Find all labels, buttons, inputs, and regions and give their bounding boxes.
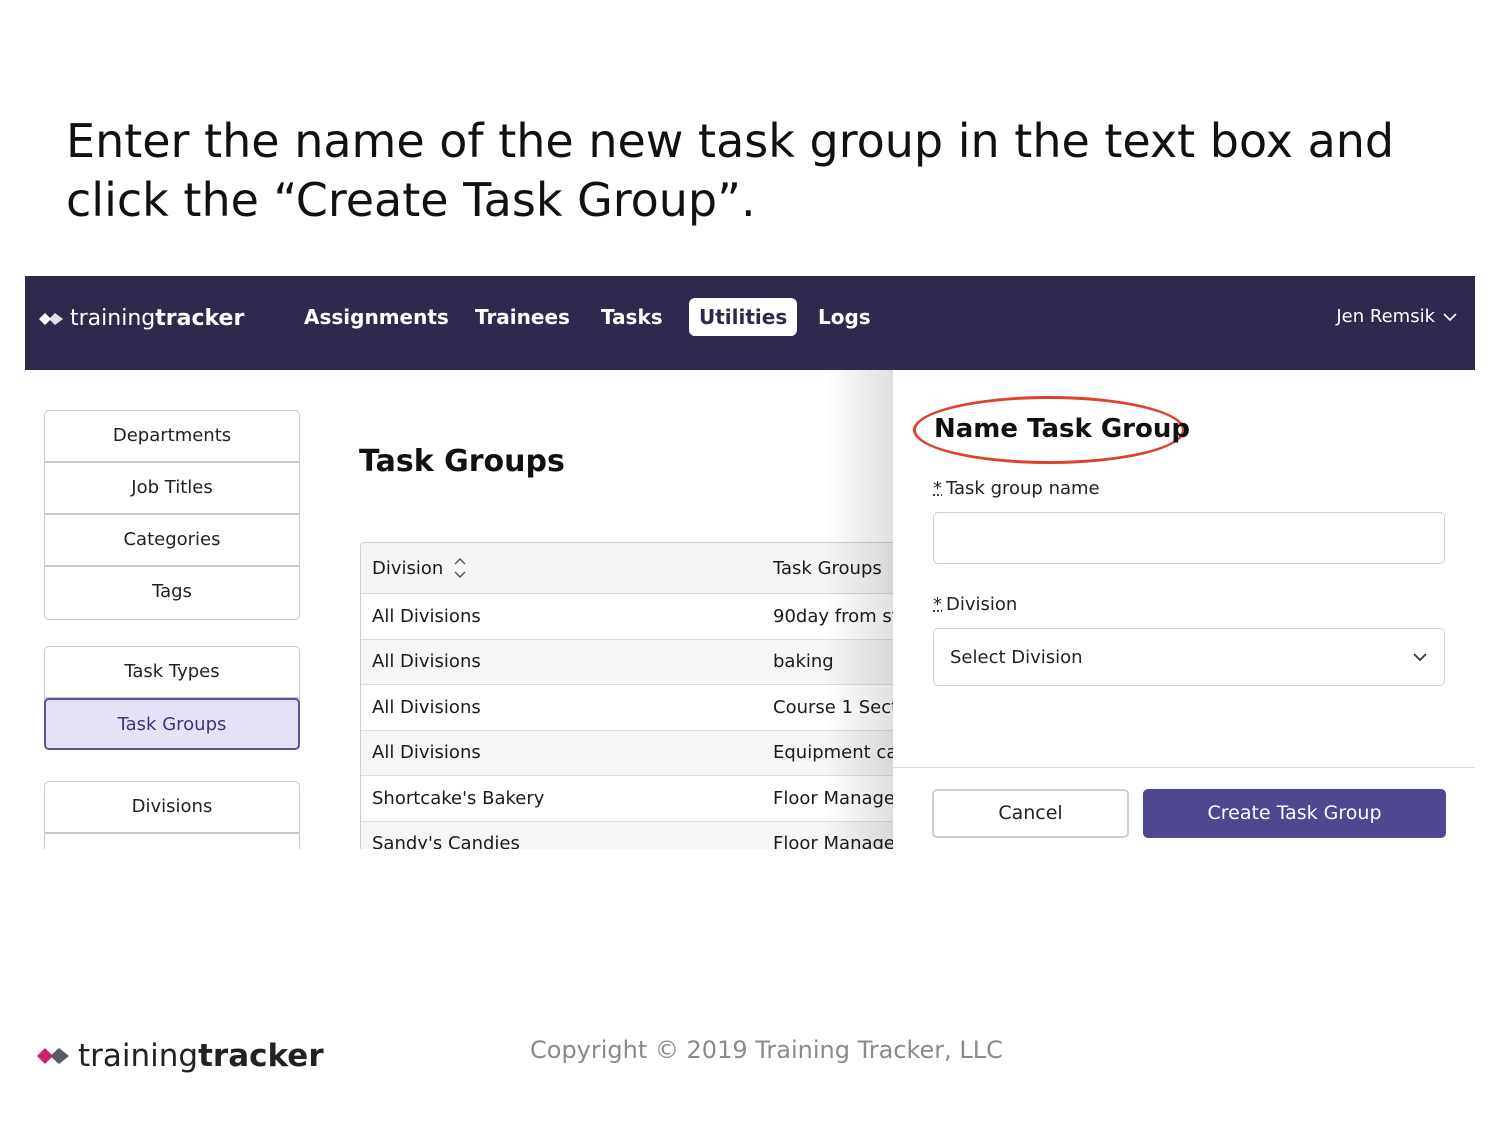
app-screenshot: training tracker Assignments Trainees Tas… [25,276,1475,849]
division-label-text: Division [946,594,1018,615]
cell-division: Sandy's Candies [372,833,520,849]
sidebar-item-departments[interactable]: Departments [45,411,299,463]
nav-trainees[interactable]: Trainees [465,298,580,336]
sidebar-group-tasks: Task Types Task Groups [44,646,300,750]
sidebar-item-job-titles[interactable]: Job Titles [45,463,299,515]
page-title: Task Groups [359,444,565,479]
sidebar-item-divisions[interactable]: Divisions [45,782,299,834]
division-label: * Division [933,594,1017,615]
task-group-name-label: * Task group name [933,478,1100,499]
cancel-button[interactable]: Cancel [932,789,1129,838]
column-header-label: Division [372,557,444,579]
task-group-name-input[interactable] [933,512,1445,564]
user-menu[interactable]: Jen Remsik [1336,306,1457,327]
chevron-down-icon [1413,653,1427,662]
nav-utilities[interactable]: Utilities [689,298,798,336]
nav-tasks[interactable]: Tasks [591,298,673,336]
division-select-value: Select Division [950,646,1083,668]
instruction-text: Enter the name of the new task group in … [66,114,1395,227]
cell-division: All Divisions [372,742,481,764]
name-task-group-drawer: Name Task Group * Task group name * Divisi… [893,370,1475,849]
division-select[interactable]: Select Division [933,628,1445,686]
tutorial-slide: Enter the name of the new task group in … [0,0,1500,1125]
drawer-title: Name Task Group [934,414,1190,444]
sidebar-group-divisions: Divisions User Roles [44,781,300,849]
drawer-divider [893,767,1475,768]
required-mark: * [933,594,942,615]
footer-logo: training tracker [36,1038,324,1074]
sort-icon[interactable] [453,555,467,581]
sidebar-item-tags[interactable]: Tags [45,567,299,619]
nav-assignments[interactable]: Assignments [294,298,459,336]
logo-mark-icon [37,1048,69,1064]
cell-division: All Divisions [372,696,481,718]
cell-division: All Divisions [372,651,481,673]
sidebar-item-task-groups[interactable]: Task Groups [44,698,300,750]
drawer-shadow [825,370,893,849]
task-group-name-label-text: Task group name [946,478,1100,499]
footer-brand-light: training [78,1038,199,1074]
column-header-division[interactable]: Division [361,555,773,581]
nav-logs[interactable]: Logs [808,298,881,336]
create-task-group-button[interactable]: Create Task Group [1143,789,1446,838]
user-name: Jen Remsik [1336,306,1435,327]
sidebar-group-org: Departments Job Titles Categories Tags [44,410,300,620]
logo-mark-icon [39,312,63,325]
top-navbar: training tracker Assignments Trainees Tas… [25,276,1475,370]
required-mark: * [933,478,942,499]
chevron-down-icon [1443,312,1457,321]
brand-bold: tracker [155,306,245,331]
cell-division: Shortcake's Bakery [372,787,545,809]
drawer-title-highlight: Name Task Group [913,396,1190,464]
cell-division: All Divisions [372,605,481,627]
sidebar-item-categories[interactable]: Categories [45,515,299,567]
brand-light: training [70,306,156,331]
footer-brand-bold: tracker [198,1038,324,1074]
copyright-text: Copyright © 2019 Training Tracker, LLC [530,1036,1003,1064]
sidebar-item-task-types[interactable]: Task Types [45,647,299,699]
sidebar-item-user-roles[interactable]: User Roles [45,834,299,849]
brand-logo[interactable]: training tracker [38,306,244,331]
